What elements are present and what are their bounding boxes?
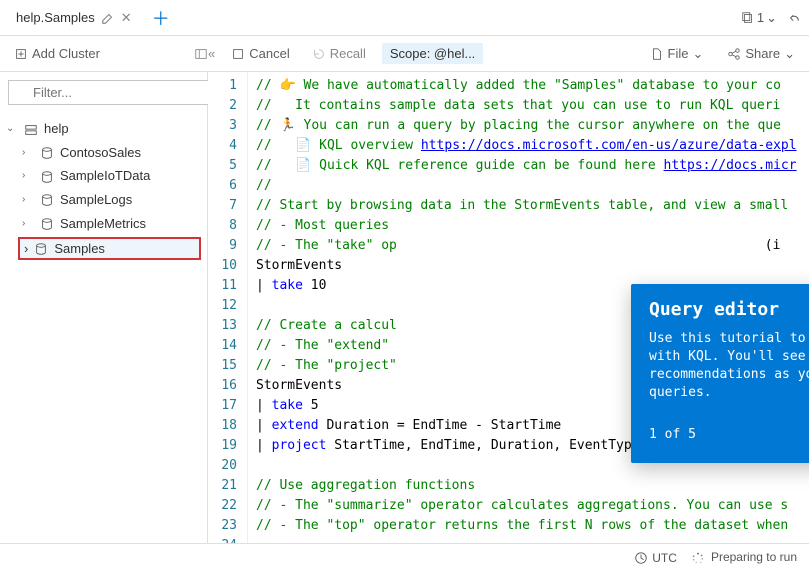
toolbar: Add Cluster « Cancel Recall Scope: @hel.… bbox=[0, 36, 809, 72]
chevrons-left-icon[interactable]: « bbox=[208, 46, 215, 61]
chevron-right-icon: › bbox=[22, 218, 34, 229]
file-menu[interactable]: File ⌄ bbox=[644, 44, 710, 64]
tree-item-label: SampleIoTData bbox=[60, 168, 150, 183]
chevron-right-icon: › bbox=[22, 147, 34, 158]
timezone-label: UTC bbox=[652, 551, 677, 565]
cancel-button[interactable]: Cancel bbox=[225, 44, 295, 63]
recall-label: Recall bbox=[330, 46, 366, 61]
scope-selector[interactable]: Scope: @hel... bbox=[382, 43, 483, 64]
run-status: Preparing to run bbox=[691, 550, 797, 565]
line-gutter: 123456789101112131415161718192021222324 bbox=[208, 72, 248, 543]
tree-item[interactable]: › SampleMetrics bbox=[0, 211, 207, 235]
timezone-button[interactable]: UTC bbox=[634, 551, 677, 565]
server-icon bbox=[24, 121, 38, 137]
tree-item-label: SampleLogs bbox=[60, 192, 132, 207]
tree-root-help[interactable]: ⌄ help bbox=[0, 117, 207, 141]
copy-count: 1 bbox=[757, 10, 764, 25]
database-icon bbox=[40, 192, 54, 208]
copy-tabs-button[interactable]: 1 ⌄ bbox=[741, 10, 777, 26]
chevron-down-icon: ⌄ bbox=[6, 123, 18, 134]
recall-button[interactable]: Recall bbox=[306, 44, 372, 63]
callout-body: Use this tutorial to familiarize yoursel… bbox=[649, 330, 809, 402]
chevron-right-icon: › bbox=[22, 194, 34, 205]
tabbar: help.Samples ✕ ＋ 1 ⌄ bbox=[0, 0, 809, 36]
tab-help-samples[interactable]: help.Samples ✕ bbox=[8, 6, 140, 30]
cluster-tree: ⌄ help › ContosoSales › SampleIoTData › Sampl… bbox=[0, 113, 207, 266]
chevron-down-icon: ⌄ bbox=[766, 10, 777, 26]
chevron-down-icon: ⌄ bbox=[784, 46, 795, 62]
add-tab-button[interactable]: ＋ bbox=[152, 5, 170, 31]
filter-input-wrap bbox=[8, 80, 218, 105]
tree-item-samples-highlighted[interactable]: › Samples bbox=[18, 237, 201, 261]
chevron-right-icon: › bbox=[22, 170, 34, 181]
tree-item-label: Samples bbox=[54, 241, 105, 256]
pencil-icon[interactable] bbox=[101, 10, 115, 26]
tab-title: help.Samples bbox=[16, 10, 95, 25]
database-icon bbox=[34, 241, 48, 257]
sidebar: ☆ ⌄ help ›ContosoSales›SampleIoTData›Sam… bbox=[0, 72, 208, 543]
database-icon bbox=[40, 168, 54, 184]
tree-item-label: ContosoSales bbox=[60, 145, 141, 160]
database-icon bbox=[40, 145, 54, 161]
undo-icon[interactable] bbox=[787, 10, 801, 26]
file-label: File bbox=[668, 46, 689, 61]
cancel-label: Cancel bbox=[249, 46, 289, 61]
tree-root-label: help bbox=[44, 121, 69, 136]
close-icon[interactable]: ✕ bbox=[121, 10, 132, 26]
tree-item[interactable]: › ContosoSales bbox=[0, 141, 207, 165]
scope-label: Scope: @hel... bbox=[390, 46, 475, 61]
tree-item-label: SampleMetrics bbox=[60, 216, 146, 231]
share-menu[interactable]: Share ⌄ bbox=[721, 44, 801, 64]
filter-input[interactable] bbox=[8, 80, 218, 105]
chevron-down-icon: ⌄ bbox=[692, 46, 703, 62]
statusbar: UTC Preparing to run bbox=[0, 543, 809, 571]
code-editor[interactable]: 123456789101112131415161718192021222324 … bbox=[208, 72, 809, 543]
add-cluster-button[interactable]: Add Cluster bbox=[8, 44, 106, 63]
tree-item[interactable]: › SampleLogs bbox=[0, 188, 207, 212]
callout-title: Query editor bbox=[649, 300, 809, 320]
add-cluster-label: Add Cluster bbox=[32, 46, 100, 61]
tree-item[interactable]: › SampleIoTData bbox=[0, 164, 207, 188]
main: ☆ ⌄ help ›ContosoSales›SampleIoTData›Sam… bbox=[0, 72, 809, 543]
tutorial-callout: ✕ Query editor Use this tutorial to fami… bbox=[631, 284, 809, 463]
chevron-right-icon: › bbox=[24, 241, 28, 256]
collapse-sidebar-icon[interactable] bbox=[194, 46, 208, 62]
callout-step: 1 of 5 bbox=[649, 425, 696, 445]
run-status-label: Preparing to run bbox=[711, 550, 797, 564]
database-icon bbox=[40, 215, 54, 231]
spinner-icon bbox=[691, 550, 705, 565]
share-label: Share bbox=[745, 46, 780, 61]
